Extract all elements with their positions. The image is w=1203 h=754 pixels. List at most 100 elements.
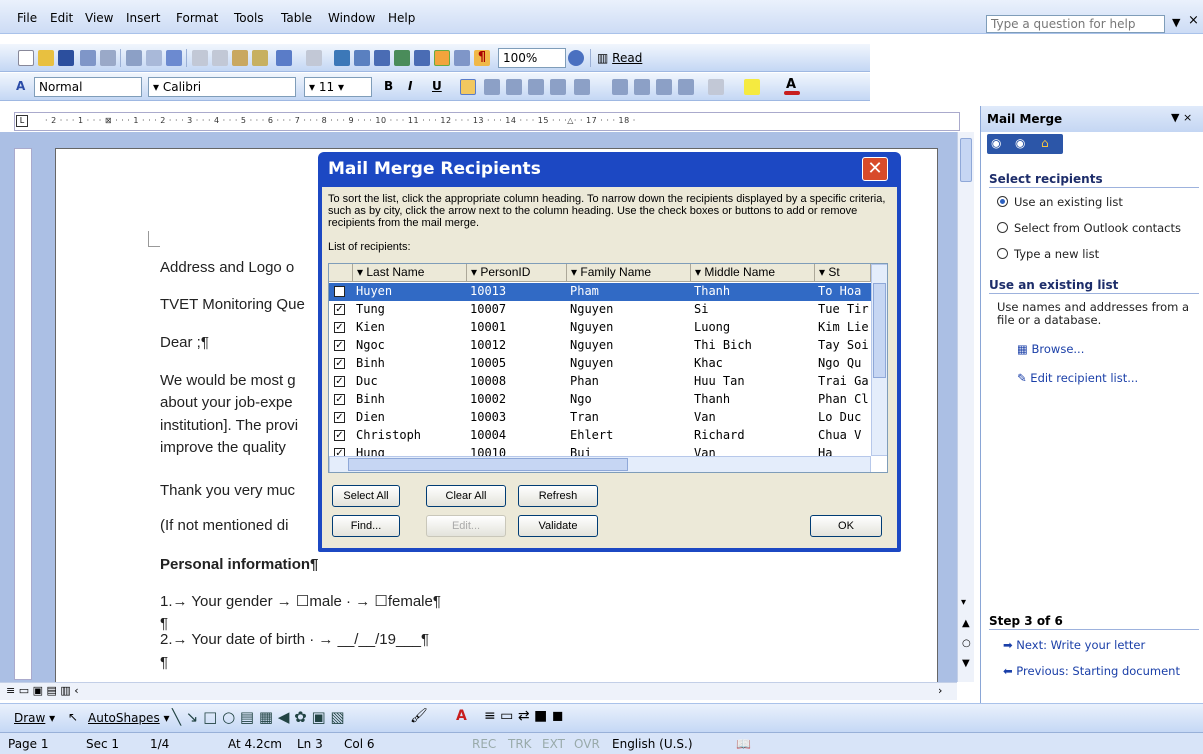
row-checkbox[interactable]: ✓ (334, 376, 345, 387)
status-language[interactable]: English (U.S.) (612, 737, 693, 751)
fill-color-icon[interactable]: 🖌 (410, 708, 428, 724)
radio-existing-list[interactable] (997, 196, 1008, 207)
previous-page-icon[interactable]: ▲ (962, 618, 970, 629)
columns-icon[interactable] (414, 50, 430, 66)
menu-format[interactable]: Format (176, 11, 218, 25)
select-objects-icon[interactable]: ↖ (68, 710, 78, 724)
table-row[interactable]: ✓ Kien 10001 Nguyen Luong Kim Lie (329, 319, 871, 337)
back-icon[interactable]: ◉ (991, 136, 1001, 150)
font-color-icon[interactable]: A (456, 708, 467, 724)
status-ovr[interactable]: OVR (574, 737, 600, 751)
line-style-icons[interactable]: ≡ ▭ ⇄ ■ ◼ (484, 708, 563, 724)
horizontal-ruler[interactable]: · 2 · · · 1 · · · ⊠ · · · 1 · · · 2 · · … (14, 112, 960, 131)
font-size-select[interactable]: ▾ 11 ▾ (304, 77, 372, 97)
menu-edit[interactable]: Edit (50, 11, 73, 25)
border-icon[interactable] (708, 79, 724, 95)
drawing-icon[interactable] (434, 50, 450, 66)
style-select[interactable]: Normal (34, 77, 142, 97)
menu-help[interactable]: Help (388, 11, 415, 25)
table-row[interactable]: ✓ Huyen 10013 Pham Thanh To Hoa (329, 283, 871, 301)
insert-excel-icon[interactable] (394, 50, 410, 66)
scroll-right-icon[interactable]: › (938, 684, 942, 697)
numbering-icon[interactable] (612, 79, 628, 95)
underline-button[interactable]: U (432, 79, 442, 93)
horizontal-scrollbar[interactable]: ≡ ▭ ▣ ▤ ▥ ‹ › (0, 682, 957, 700)
table-row[interactable]: ✓ Ngoc 10012 Nguyen Thi Bich Tay Soi (329, 337, 871, 355)
zoom-select[interactable]: 100% (498, 48, 566, 68)
table-row[interactable]: ✓ Binh 10005 Nguyen Khac Ngo Qu (329, 355, 871, 373)
table-row[interactable]: ✓ Dien 10003 Tran Van Lo Duc (329, 409, 871, 427)
row-checkbox[interactable]: ✓ (334, 412, 345, 423)
print-preview-icon[interactable] (126, 50, 142, 66)
column-header-check[interactable] (329, 264, 353, 282)
paste-icon[interactable] (232, 50, 248, 66)
redo-icon[interactable] (306, 50, 322, 66)
table-row[interactable]: ✓ Binh 10002 Ngo Thanh Phan Cl (329, 391, 871, 409)
pane-dropdown-icon[interactable]: ▼ × (1171, 111, 1192, 124)
recipients-table[interactable]: ▾ Last Name ▾ PersonID ▾ Family Name ▾ M… (328, 263, 888, 473)
view-buttons[interactable]: ≡ ▭ ▣ ▤ ▥ ‹ (6, 684, 79, 697)
spelling-icon[interactable] (146, 50, 162, 66)
undo-icon[interactable] (276, 50, 292, 66)
scroll-thumb[interactable] (960, 138, 972, 182)
row-checkbox[interactable]: ✓ (334, 286, 345, 297)
align-left-icon[interactable] (460, 79, 476, 95)
forward-icon[interactable]: ◉ (1015, 136, 1025, 150)
menu-view[interactable]: View (85, 11, 113, 25)
tab-selector[interactable]: L (16, 115, 28, 127)
menu-insert[interactable]: Insert (126, 11, 160, 25)
select-browse-object-icon[interactable]: ○ (962, 638, 971, 649)
row-checkbox[interactable]: ✓ (334, 304, 345, 315)
increase-indent-icon[interactable] (678, 79, 694, 95)
bold-button[interactable]: B (384, 79, 393, 93)
column-header[interactable]: ▾ Last Name (353, 264, 467, 282)
status-trk[interactable]: TRK (508, 737, 532, 751)
show-formatting-icon[interactable]: ¶ (474, 50, 490, 66)
cut-icon[interactable] (192, 50, 208, 66)
row-checkbox[interactable]: ✓ (334, 340, 345, 351)
list-vertical-scrollbar[interactable] (871, 264, 887, 456)
menu-tools[interactable]: Tools (234, 11, 264, 25)
column-header[interactable]: ▾ Family Name (567, 264, 691, 282)
previous-step-link[interactable]: ⬅ Previous: Starting document (1003, 664, 1180, 678)
styles-icon[interactable]: A (16, 79, 25, 93)
next-step-link[interactable]: ➡ Next: Write your letter (1003, 638, 1145, 652)
help-search-input[interactable]: Type a question for help (986, 15, 1165, 33)
table-row[interactable]: ✓ Christoph 10004 Ehlert Richard Chua V (329, 427, 871, 445)
clear-all-button[interactable]: Clear All (426, 485, 506, 507)
document-map-icon[interactable] (454, 50, 470, 66)
format-painter-icon[interactable] (252, 50, 268, 66)
font-select[interactable]: ▾ Calibri (148, 77, 296, 97)
row-checkbox[interactable]: ✓ (334, 358, 345, 369)
permission-icon[interactable] (80, 50, 96, 66)
table-row[interactable]: ✓ Tung 10007 Nguyen Si Tue Tir (329, 301, 871, 319)
save-icon[interactable] (58, 50, 74, 66)
hyperlink-icon[interactable] (334, 50, 350, 66)
chevron-down-icon[interactable]: ▼ (1172, 16, 1180, 29)
home-icon[interactable]: ⌂ (1041, 136, 1049, 150)
radio-new-list[interactable] (997, 248, 1008, 259)
open-folder-icon[interactable] (38, 50, 54, 66)
status-rec[interactable]: REC (472, 737, 496, 751)
vertical-scrollbar[interactable]: ▾ ▲ ○ ▼ (957, 132, 974, 682)
line-spacing-icon[interactable] (574, 79, 590, 95)
table-row[interactable]: ✓ Duc 10008 Phan Huu Tan Trai Ga (329, 373, 871, 391)
close-icon[interactable]: ✕ (862, 157, 888, 181)
menu-file[interactable]: File (17, 11, 37, 25)
spelling-status-icon[interactable]: 📖 (736, 737, 751, 751)
research-icon[interactable] (166, 50, 182, 66)
close-icon[interactable]: × (1188, 13, 1199, 28)
decrease-indent-icon[interactable] (656, 79, 672, 95)
radio-outlook-contacts[interactable] (997, 222, 1008, 233)
refresh-button[interactable]: Refresh (518, 485, 598, 507)
distributed-icon[interactable] (550, 79, 566, 95)
insert-table-icon[interactable] (374, 50, 390, 66)
print-icon[interactable] (100, 50, 116, 66)
help-icon[interactable] (568, 50, 584, 66)
select-all-button[interactable]: Select All (332, 485, 400, 507)
edit-recipient-list-link[interactable]: ✎ Edit recipient list... (1017, 371, 1138, 385)
menu-table[interactable]: Table (281, 11, 312, 25)
draw-menu[interactable]: Draw ▾ (14, 711, 55, 725)
column-header[interactable]: ▾ Middle Name (691, 264, 815, 282)
copy-icon[interactable] (212, 50, 228, 66)
